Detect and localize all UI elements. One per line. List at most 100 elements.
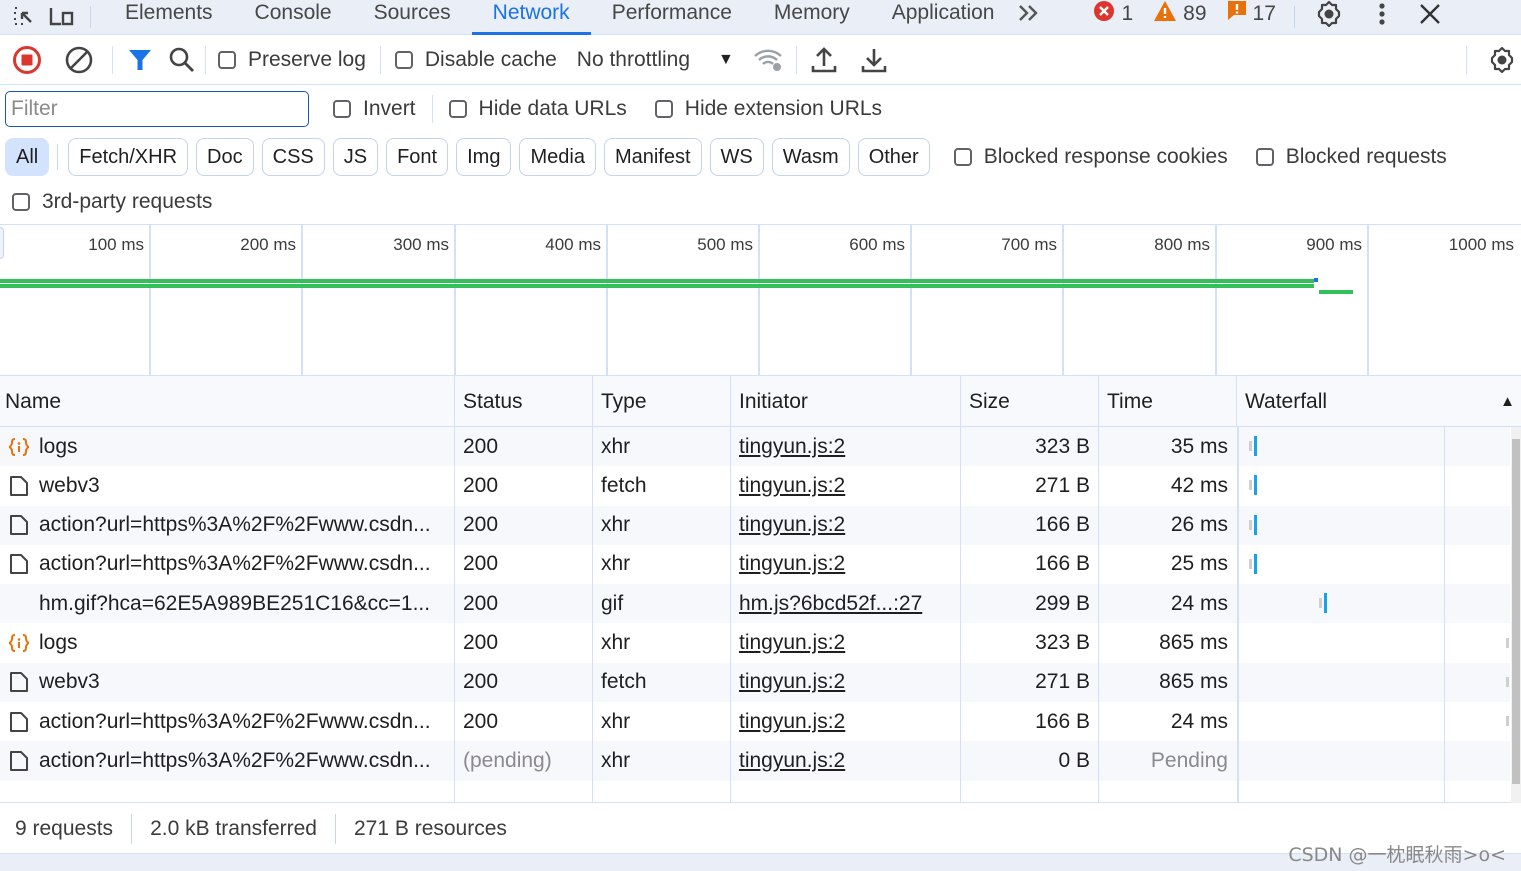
type-chip-ws[interactable]: WS: [709, 138, 764, 176]
initiator-link[interactable]: tingyun.js:2: [739, 710, 845, 734]
type-chip-css[interactable]: CSS: [261, 138, 325, 176]
initiator-link[interactable]: tingyun.js:2: [739, 670, 845, 694]
overview-selection-handle[interactable]: [0, 227, 4, 259]
table-row[interactable]: action?url=https%3A%2F%2Fwww.csdn... 200 x…: [0, 505, 1510, 545]
initiator-link[interactable]: hm.js?6bcd52f...:27: [739, 592, 922, 616]
request-name[interactable]: action?url=https%3A%2F%2Fwww.csdn...: [39, 513, 431, 537]
checkbox-box[interactable]: [333, 100, 351, 118]
cell-name[interactable]: action?url=https%3A%2F%2Fwww.csdn...: [8, 702, 453, 741]
cell-name[interactable]: logs: [8, 624, 453, 663]
cell-name[interactable]: logs: [8, 427, 453, 466]
initiator-link[interactable]: tingyun.js:2: [739, 552, 845, 576]
table-row[interactable]: action?url=https%3A%2F%2Fwww.csdn... 200 x…: [0, 545, 1510, 584]
type-chip-manifest[interactable]: Manifest: [603, 138, 702, 176]
close-icon[interactable]: [1416, 0, 1444, 28]
initiator-link[interactable]: tingyun.js:2: [739, 474, 845, 498]
console-counts[interactable]: 1 89 17: [1093, 0, 1289, 28]
blocked-response-cookies-checkbox[interactable]: Blocked response cookies: [953, 145, 1228, 169]
blocked-requests-checkbox[interactable]: Blocked requests: [1255, 145, 1447, 169]
settings-gear-icon[interactable]: [1315, 0, 1343, 28]
device-toolbar-icon[interactable]: [48, 3, 76, 31]
request-name[interactable]: action?url=https%3A%2F%2Fwww.csdn...: [39, 710, 431, 734]
clear-button[interactable]: [62, 43, 96, 77]
chevron-double-right-icon[interactable]: [1015, 0, 1043, 27]
sort-ascending-icon[interactable]: ▲: [1500, 393, 1515, 410]
checkbox-box[interactable]: [394, 51, 413, 69]
network-settings-icon[interactable]: [1485, 43, 1519, 77]
type-chip-fetch-xhr[interactable]: Fetch/XHR: [68, 138, 189, 176]
table-vertical-scrollbar[interactable]: [1511, 427, 1521, 803]
inspect-element-icon[interactable]: [10, 3, 38, 31]
column-header-name[interactable]: Name: [0, 376, 455, 427]
checkbox-box[interactable]: [953, 148, 972, 166]
search-button[interactable]: [165, 43, 199, 77]
request-name[interactable]: logs: [39, 631, 78, 655]
table-row[interactable]: logs 200 xhr tingyun.js:2 323 B 35 ms: [0, 427, 1510, 467]
checkbox-box[interactable]: [1255, 148, 1274, 166]
table-row[interactable]: logs 200 xhr tingyun.js:2 323 B 865 ms: [0, 624, 1510, 663]
type-chip-img[interactable]: Img: [456, 138, 512, 176]
type-chip-doc[interactable]: Doc: [196, 138, 254, 176]
column-header-type[interactable]: Type: [596, 376, 731, 427]
table-row[interactable]: action?url=https%3A%2F%2Fwww.csdn... (pen…: [0, 741, 1510, 781]
column-header-initiator[interactable]: Initiator: [734, 376, 961, 427]
checkbox-box[interactable]: [448, 100, 467, 118]
throttling-select[interactable]: No throttling ▼: [577, 48, 734, 72]
column-header-status[interactable]: Status: [458, 376, 593, 427]
tab-network[interactable]: Network: [471, 0, 591, 35]
type-chip-js[interactable]: JS: [332, 138, 379, 176]
request-name[interactable]: action?url=https%3A%2F%2Fwww.csdn...: [39, 552, 431, 576]
error-count[interactable]: 1: [1093, 0, 1133, 28]
tab-memory[interactable]: Memory: [753, 0, 871, 31]
request-name[interactable]: webv3: [39, 670, 100, 694]
type-chip-media[interactable]: Media: [519, 138, 596, 176]
cell-name[interactable]: action?url=https%3A%2F%2Fwww.csdn...: [8, 545, 453, 584]
table-row[interactable]: webv3 200 fetch tingyun.js:2 271 B 42 ms: [0, 466, 1510, 505]
request-name[interactable]: webv3: [39, 474, 100, 498]
request-name[interactable]: logs: [39, 435, 78, 459]
hide-data-urls-checkbox[interactable]: Hide data URLs: [448, 97, 627, 121]
cell-name[interactable]: action?url=https%3A%2F%2Fwww.csdn...: [8, 506, 453, 545]
scrollbar-thumb[interactable]: [1512, 439, 1520, 784]
tab-elements[interactable]: Elements: [104, 0, 234, 31]
hide-extension-urls-checkbox[interactable]: Hide extension URLs: [654, 97, 882, 121]
filter-input[interactable]: [5, 91, 309, 127]
export-har-button[interactable]: [857, 43, 891, 77]
column-header-size[interactable]: Size: [964, 376, 1099, 427]
request-name[interactable]: action?url=https%3A%2F%2Fwww.csdn...: [39, 749, 431, 773]
warning-count[interactable]: 89: [1153, 0, 1207, 28]
tab-sources[interactable]: Sources: [353, 0, 472, 31]
more-options-icon[interactable]: [1368, 0, 1396, 28]
tab-console[interactable]: Console: [234, 0, 353, 31]
cell-name[interactable]: webv3: [8, 663, 453, 702]
initiator-link[interactable]: tingyun.js:2: [739, 749, 845, 773]
initiator-link[interactable]: tingyun.js:2: [739, 435, 845, 459]
column-header-time[interactable]: Time: [1102, 376, 1237, 427]
column-header-waterfall[interactable]: Waterfall ▲: [1240, 376, 1521, 427]
tab-performance[interactable]: Performance: [591, 0, 753, 31]
preserve-log-checkbox[interactable]: Preserve log: [218, 48, 366, 72]
third-party-requests-checkbox[interactable]: 3rd-party requests: [12, 190, 212, 214]
filter-toggle-button[interactable]: [123, 43, 157, 77]
type-chip-other[interactable]: Other: [857, 138, 930, 176]
network-conditions-icon[interactable]: [752, 43, 786, 77]
stop-recording-button[interactable]: [10, 43, 44, 77]
issues-count[interactable]: 17: [1227, 0, 1276, 28]
cell-name[interactable]: hm.gif?hca=62E5A989BE251C16&cc=1...: [8, 584, 453, 623]
cell-name[interactable]: webv3: [8, 466, 453, 505]
table-row[interactable]: hm.gif?hca=62E5A989BE251C16&cc=1... 200 gi…: [0, 584, 1510, 624]
request-name[interactable]: hm.gif?hca=62E5A989BE251C16&cc=1...: [39, 592, 430, 616]
checkbox-box[interactable]: [12, 193, 30, 211]
cell-name[interactable]: action?url=https%3A%2F%2Fwww.csdn...: [8, 741, 453, 780]
initiator-link[interactable]: tingyun.js:2: [739, 513, 845, 537]
disable-cache-checkbox[interactable]: Disable cache: [394, 48, 557, 72]
tab-application[interactable]: Application: [871, 0, 1016, 31]
initiator-link[interactable]: tingyun.js:2: [739, 631, 845, 655]
table-row[interactable]: action?url=https%3A%2F%2Fwww.csdn... 200 x…: [0, 702, 1510, 741]
table-row[interactable]: webv3 200 fetch tingyun.js:2 271 B 865 ms: [0, 662, 1510, 703]
type-chip-wasm[interactable]: Wasm: [771, 138, 850, 176]
type-chip-all[interactable]: All: [5, 138, 50, 176]
checkbox-box[interactable]: [218, 51, 236, 69]
network-overview-timeline[interactable]: 100 ms 200 ms 300 ms 400 ms 500 ms 600 ms 700 …: [0, 224, 1521, 376]
import-har-button[interactable]: [807, 43, 841, 77]
